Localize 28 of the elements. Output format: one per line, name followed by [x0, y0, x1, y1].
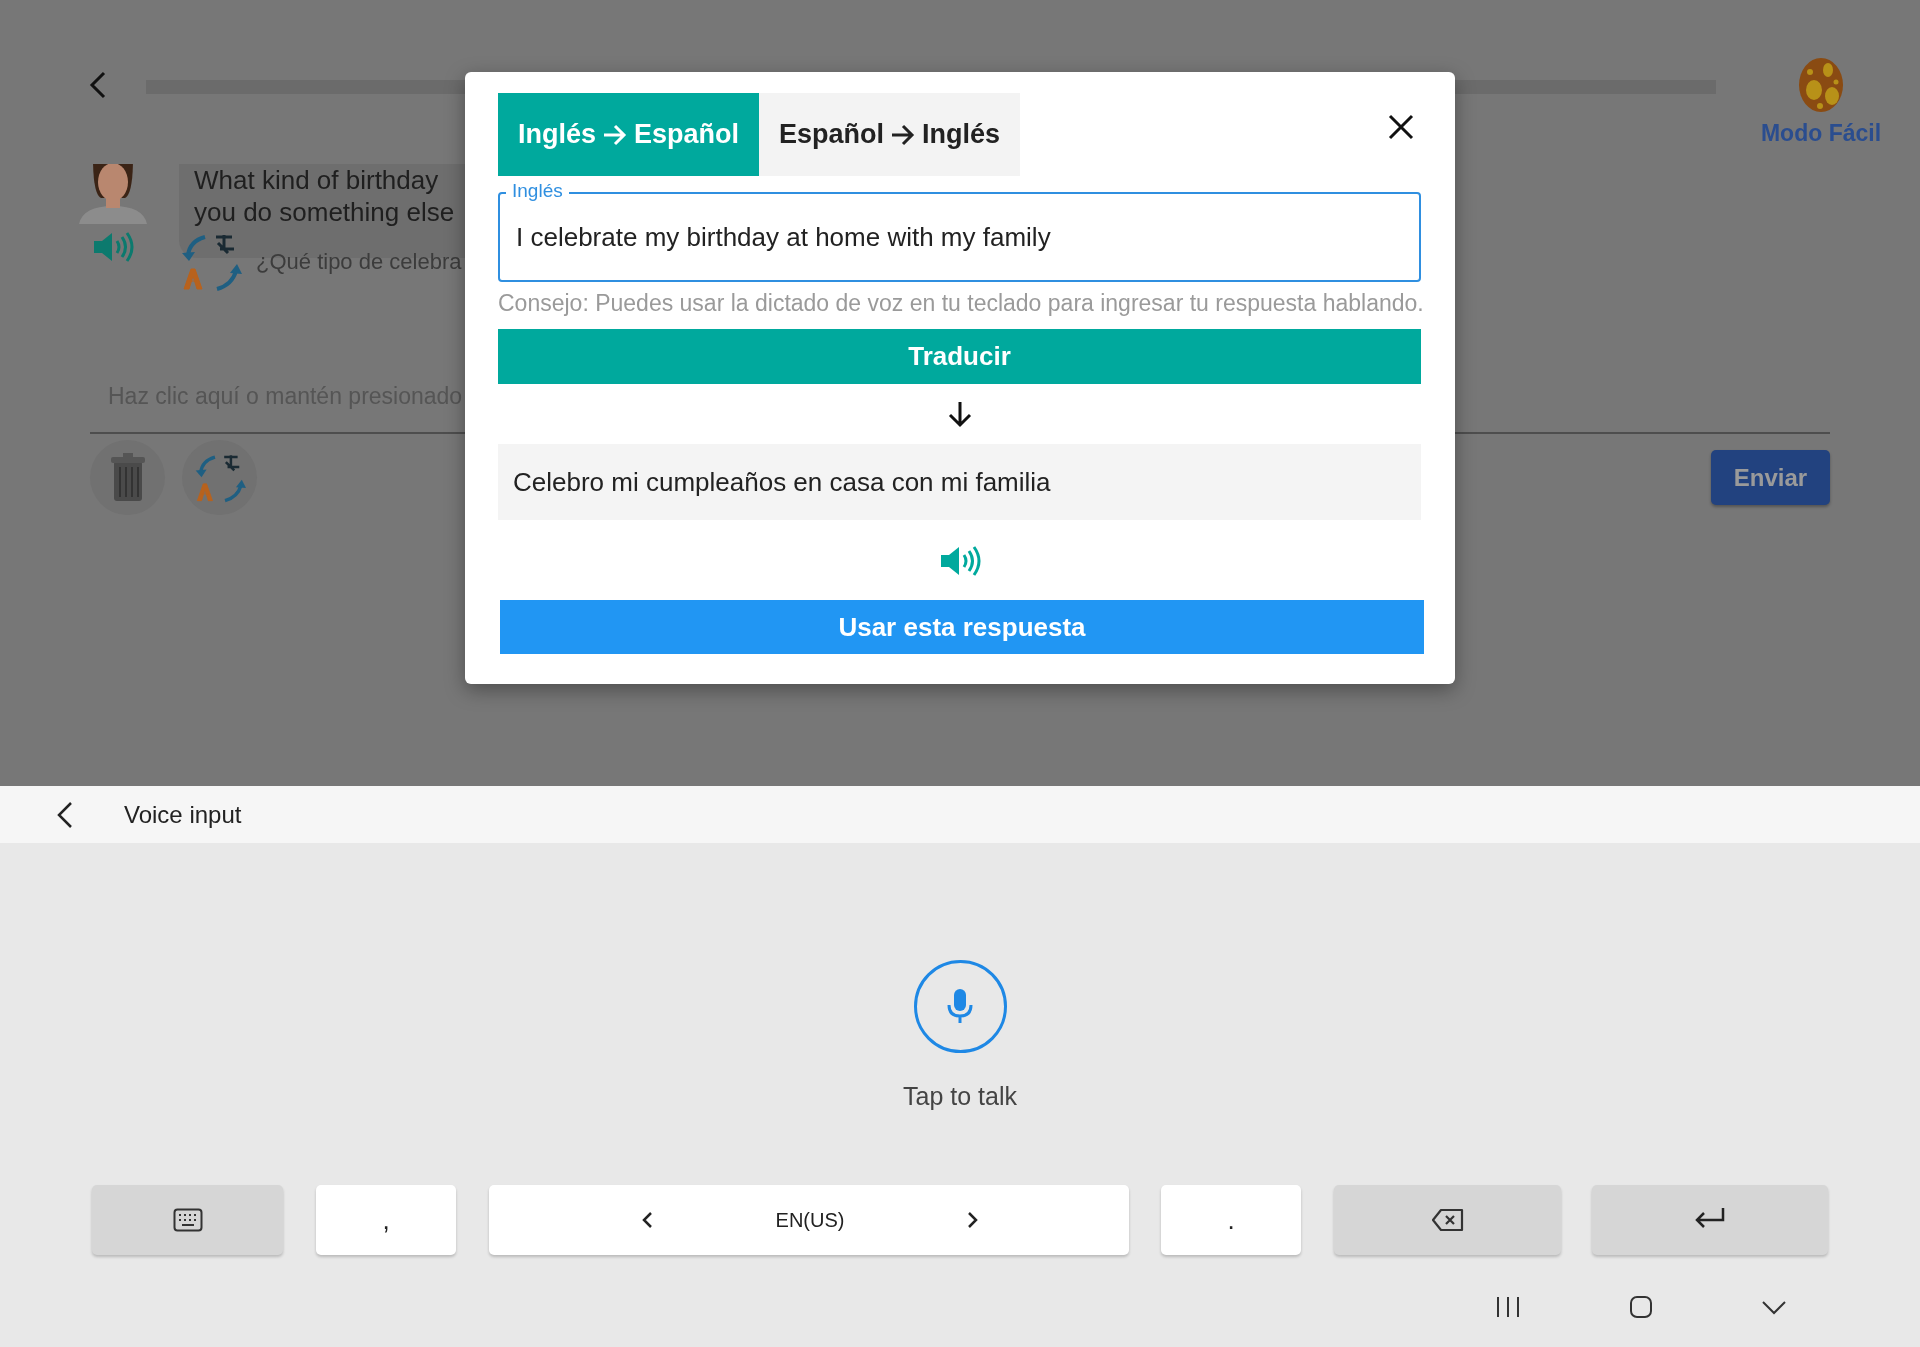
arrow-icon	[602, 122, 629, 147]
translated-message: ¿Qué tipo de celebra	[256, 249, 462, 275]
hint-text: Consejo: Puedes usar la dictado de voz en tu teclado para ingresar tu respuesta hablando.	[498, 290, 1421, 317]
trash-icon	[109, 452, 146, 503]
translation-result: Celebro mi cumpleaños en casa con mi familia	[498, 444, 1421, 520]
hide-keyboard-icon[interactable]	[1761, 1299, 1787, 1315]
comma-key[interactable]: ,	[316, 1185, 456, 1255]
language-label: EN(US)	[775, 1208, 845, 1232]
arrow-icon	[890, 122, 917, 147]
direction-tab[interactable]: Español Inglés	[759, 93, 1021, 176]
keyboard-header-title: Voice input	[124, 800, 242, 829]
backspace-icon	[1430, 1208, 1465, 1232]
keyboard-key[interactable]	[92, 1185, 283, 1255]
language-bar[interactable]: EN(US)	[489, 1185, 1129, 1255]
speaker-icon[interactable]	[938, 544, 981, 578]
chevron-right-icon[interactable]	[967, 1211, 979, 1229]
back-icon[interactable]	[55, 800, 75, 829]
close-icon[interactable]	[1387, 113, 1415, 141]
message-text: you do something else	[194, 196, 455, 228]
chevron-left-icon[interactable]	[641, 1211, 653, 1229]
tap-to-talk-label: Tap to talk	[903, 1082, 1017, 1111]
keyboard-icon	[172, 1208, 203, 1232]
message-text: What kind of birthday	[194, 164, 439, 196]
mic-button[interactable]	[913, 960, 1007, 1053]
recent-apps-icon[interactable]	[1495, 1296, 1521, 1318]
down-arrow-icon	[946, 400, 973, 428]
home-icon[interactable]	[1629, 1295, 1653, 1319]
period-key[interactable]: .	[1161, 1185, 1301, 1255]
